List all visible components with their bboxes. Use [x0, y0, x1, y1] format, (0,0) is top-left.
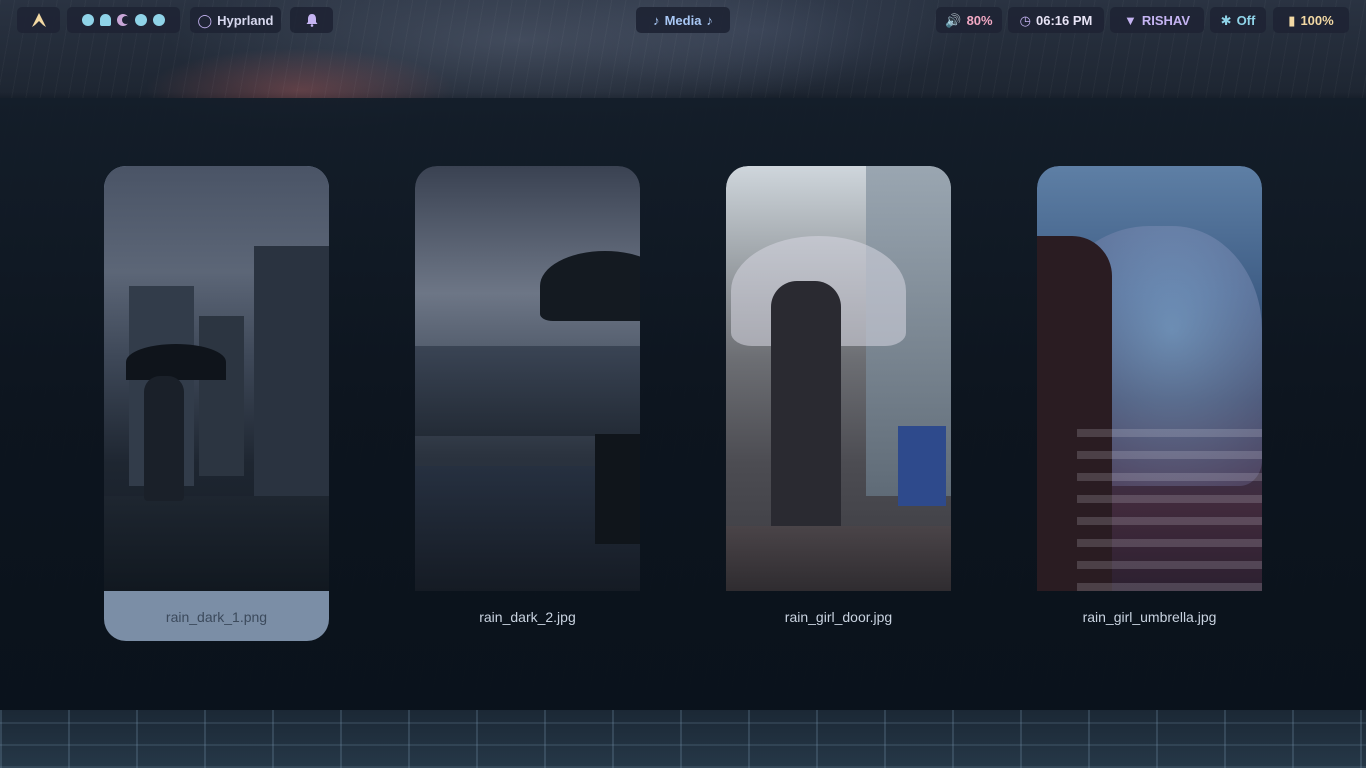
- figure: [144, 376, 184, 501]
- rooftop-floor: [104, 496, 329, 591]
- media-text: Media: [664, 12, 702, 28]
- building: [199, 316, 244, 476]
- wallpaper-card[interactable]: rain_dark_1.png: [104, 166, 329, 641]
- diamond-icon: ▼: [1123, 12, 1137, 28]
- wallpaper-card[interactable]: rain_girl_umbrella.jpg: [1037, 166, 1262, 641]
- workspace-4-icon[interactable]: [135, 14, 147, 26]
- floor: [726, 526, 951, 591]
- wet-tile-floor: [0, 710, 1366, 768]
- moon-icon[interactable]: [117, 14, 130, 26]
- notification-button[interactable]: [290, 7, 333, 33]
- user-button[interactable]: ▼ RISHAV: [1110, 7, 1204, 33]
- wallpaper-thumbnail: [104, 166, 329, 591]
- wallpaper-thumbnail: [726, 166, 951, 591]
- wallpaper-filename: rain_girl_umbrella.jpg: [1082, 609, 1217, 625]
- wallpaper-filename: rain_dark_1.png: [165, 609, 268, 625]
- city-skyline: [415, 346, 640, 436]
- clock-text: 06:16 PM: [1035, 12, 1093, 28]
- wallpaper-filename: rain_dark_2.jpg: [479, 609, 576, 625]
- volume-text: 80%: [966, 12, 993, 28]
- speaker-icon: 🔊: [945, 12, 962, 28]
- workspace-indicator: [67, 7, 180, 33]
- user-text: RISHAV: [1141, 12, 1191, 28]
- music-note-icon: ♪: [706, 12, 713, 28]
- droplet-icon: ◯: [197, 12, 213, 28]
- launcher-button[interactable]: [17, 7, 60, 33]
- wallpaper-thumbnail: [1037, 166, 1262, 591]
- workspace-5-icon[interactable]: [153, 14, 165, 26]
- umbrella: [126, 344, 226, 380]
- wallpaper-card[interactable]: rain_dark_2.jpg: [415, 166, 640, 641]
- battery-icon: ▮: [1288, 12, 1296, 28]
- hyprland-text: Hyprland: [217, 12, 274, 28]
- umbrella: [540, 251, 640, 321]
- wallpaper-thumbnail: [415, 166, 640, 591]
- wallpaper-filename: rain_girl_door.jpg: [784, 609, 893, 625]
- music-note-icon: ♪: [653, 12, 660, 28]
- wallpaper-picker: rain_dark_1.png rain_dark_2.jpg rain_gir…: [0, 98, 1366, 710]
- top-bar: ◯ Hyprland ♪ Media ♪ 🔊 80% ◷ 06:16 PM ▼ …: [0, 0, 1366, 40]
- clock-button[interactable]: ◷ 06:16 PM: [1008, 7, 1104, 33]
- figure: [595, 434, 640, 544]
- battery-button[interactable]: ▮ 100%: [1273, 7, 1349, 33]
- blue-bucket: [898, 426, 946, 506]
- bell-icon: [306, 14, 317, 27]
- crosswalk: [1077, 416, 1262, 591]
- bluetooth-text: Off: [1236, 12, 1256, 28]
- bluetooth-button[interactable]: ✱ Off: [1210, 7, 1266, 33]
- wallpaper-card[interactable]: rain_girl_door.jpg: [726, 166, 951, 641]
- hyprland-label[interactable]: ◯ Hyprland: [190, 7, 281, 33]
- building: [254, 246, 329, 516]
- clock-icon: ◷: [1019, 12, 1031, 28]
- bluetooth-icon: ✱: [1220, 12, 1232, 28]
- media-button[interactable]: ♪ Media ♪: [636, 7, 730, 33]
- volume-button[interactable]: 🔊 80%: [936, 7, 1002, 33]
- battery-text: 100%: [1300, 12, 1334, 28]
- ghost-icon[interactable]: [100, 14, 111, 26]
- workspace-1-icon[interactable]: [82, 14, 94, 26]
- arch-logo-icon: [31, 13, 46, 27]
